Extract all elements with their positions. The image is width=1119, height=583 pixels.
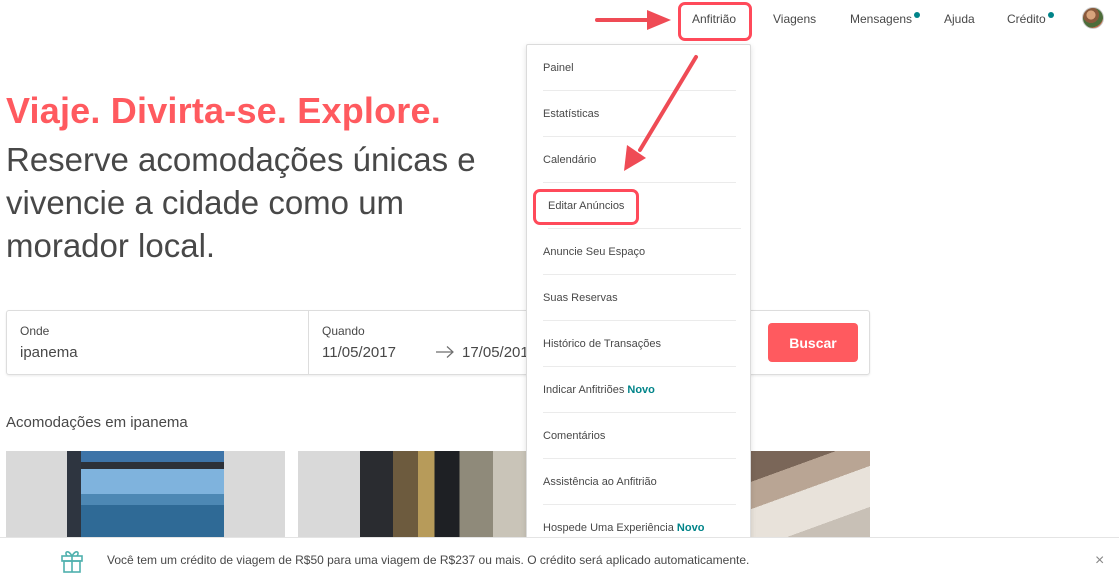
where-input[interactable]: ipanema: [20, 344, 78, 361]
arrow-right-icon: [436, 346, 454, 358]
menu-item-statistics[interactable]: Estatísticas: [543, 91, 736, 137]
hero-title: Viaje. Divirta-se. Explore.: [6, 90, 441, 131]
listings-section-title: Acomodações em ipanema: [6, 414, 188, 431]
menu-item-list-your-space[interactable]: Anuncie Seu Espaço: [543, 229, 736, 275]
annotation-highlight-edit-listings: [533, 189, 639, 225]
menu-item-label: Indicar Anfitriões: [543, 384, 625, 396]
where-field[interactable]: Onde ipanema: [7, 311, 309, 374]
checkin-input[interactable]: 11/05/2017: [322, 344, 396, 361]
annotation-highlight-host: [678, 2, 752, 41]
listing-thumbnail[interactable]: [298, 451, 526, 541]
listing-photo: [742, 451, 870, 541]
listing-thumbnail[interactable]: [742, 451, 870, 541]
listing-thumbnail[interactable]: [6, 451, 285, 541]
hero-subtitle: Reserve acomodações únicas e vivencie a …: [6, 141, 476, 264]
nav-trips[interactable]: Viagens: [773, 12, 816, 26]
search-button[interactable]: Buscar: [768, 323, 858, 362]
nav-help[interactable]: Ajuda: [944, 12, 975, 26]
gift-icon: [61, 551, 83, 573]
nav-messages[interactable]: Mensagens: [850, 12, 921, 26]
menu-item-reviews[interactable]: Comentários: [543, 413, 736, 459]
top-nav: Anfitrião Viagens Mensagens Ajuda Crédit…: [0, 0, 1119, 40]
listing-photo-frame: [67, 451, 81, 541]
menu-item-refer-hosts[interactable]: Indicar Anfitriões Novo: [543, 367, 736, 413]
menu-item-label: Hospede Uma Experiência: [543, 522, 674, 534]
menu-item-dashboard[interactable]: Painel: [543, 45, 736, 91]
listing-photo: [360, 451, 526, 541]
nav-credit-label: Crédito: [1007, 12, 1046, 26]
menu-item-your-reservations[interactable]: Suas Reservas: [543, 275, 736, 321]
notification-dot-icon: [914, 12, 921, 18]
menu-item-calendar[interactable]: Calendário: [543, 137, 736, 183]
new-badge: Novo: [676, 522, 705, 534]
new-badge: Novo: [627, 384, 655, 396]
close-icon[interactable]: ×: [1095, 552, 1104, 570]
notification-dot-icon: [1047, 12, 1054, 18]
host-dropdown-menu: Painel Estatísticas Calendário Editar An…: [526, 44, 751, 554]
where-label: Onde: [20, 324, 50, 338]
menu-item-host-assistance[interactable]: Assistência ao Anfitrião: [543, 459, 736, 505]
credit-banner: Você tem um crédito de viagem de R$50 pa…: [0, 537, 1119, 583]
listing-photo: [67, 451, 224, 541]
when-label: Quando: [322, 324, 365, 338]
credit-banner-text: Você tem um crédito de viagem de R$50 pa…: [107, 553, 750, 567]
avatar[interactable]: [1082, 7, 1104, 29]
menu-item-transaction-history[interactable]: Histórico de Transações: [543, 321, 736, 367]
nav-credit[interactable]: Crédito: [1007, 12, 1054, 26]
nav-messages-label: Mensagens: [850, 12, 913, 26]
